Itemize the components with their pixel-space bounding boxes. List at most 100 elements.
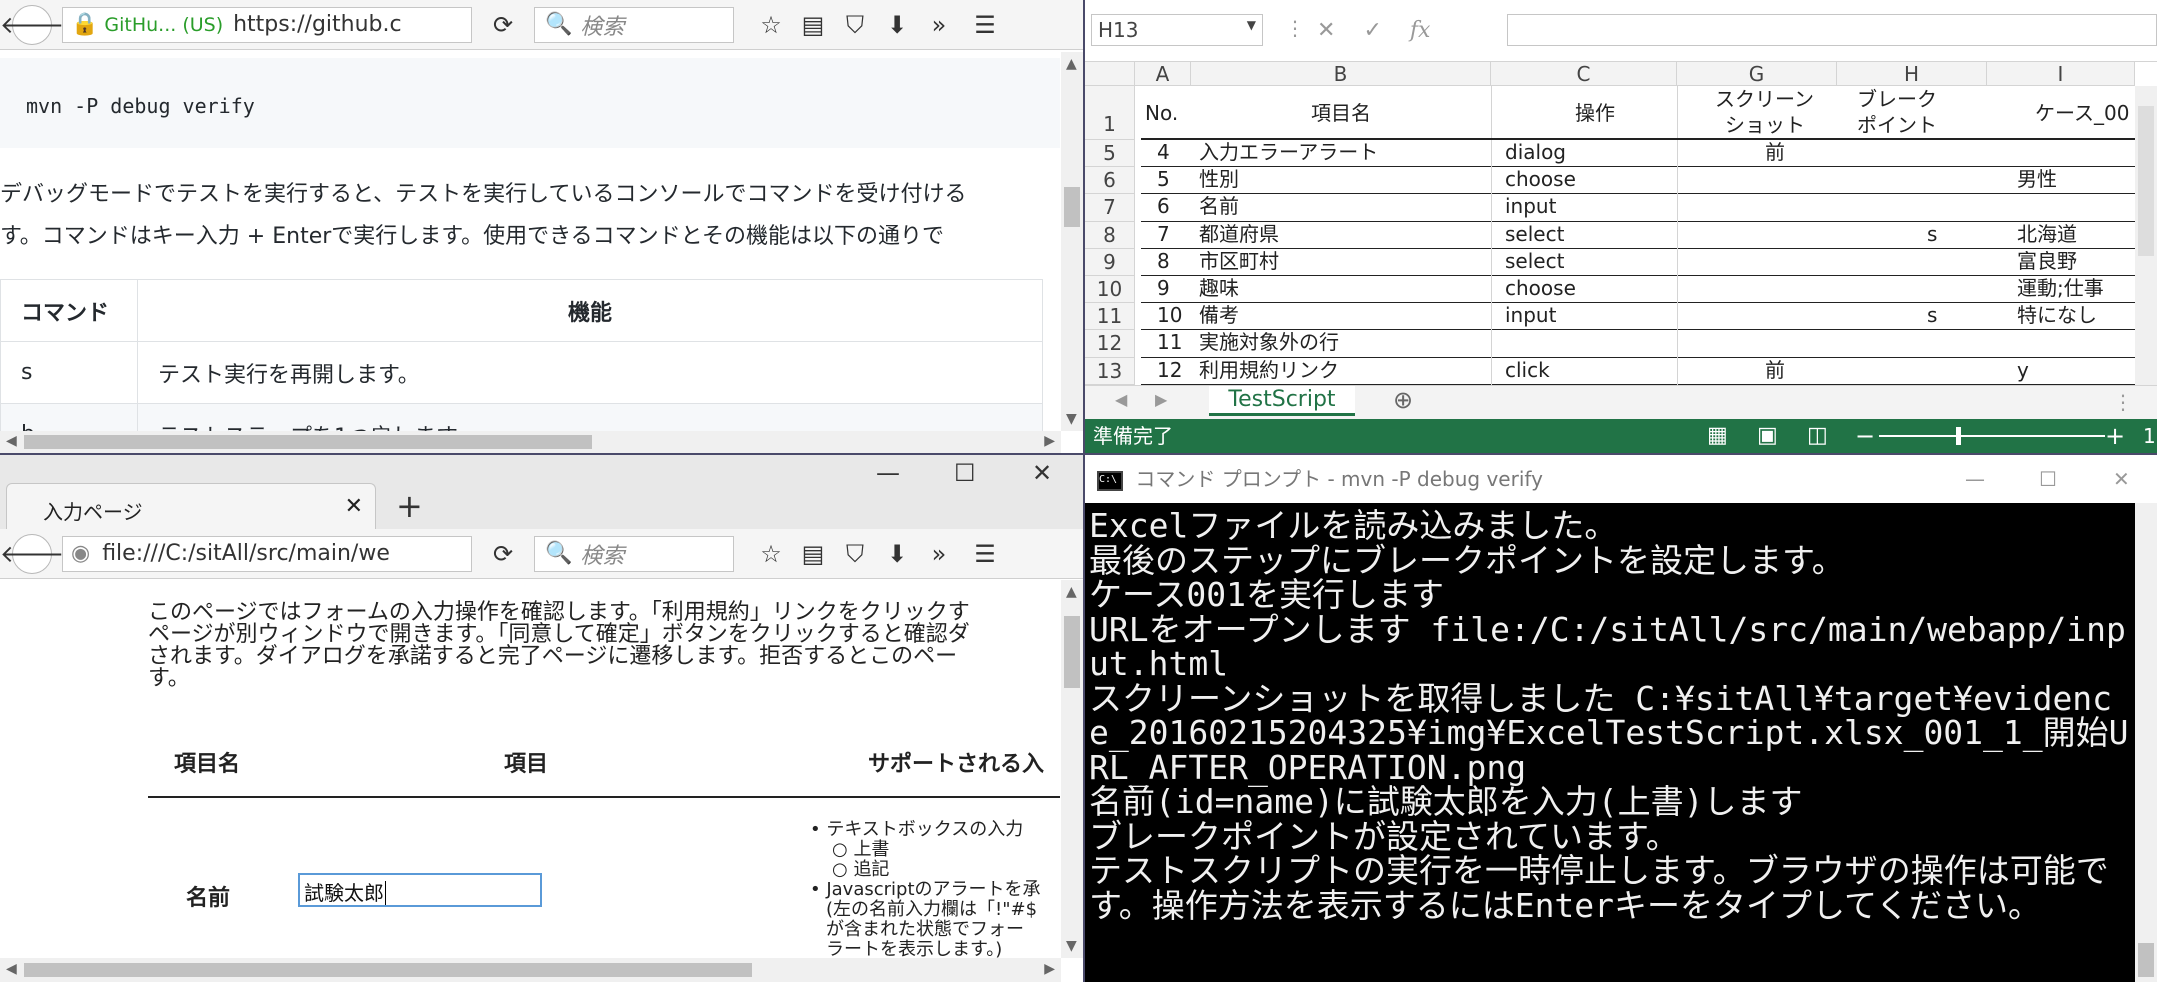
back-button[interactable]: 🡐 (0, 533, 64, 574)
column-header[interactable]: A (1135, 62, 1191, 86)
row-header[interactable]: 9 (1085, 248, 1135, 276)
menu-icon[interactable]: ☰ (966, 6, 1004, 44)
cell-no[interactable]: 4 (1157, 139, 1170, 166)
insert-function-button[interactable]: fx (1410, 18, 1431, 43)
zoom-slider[interactable] (1879, 435, 2105, 437)
close-window-icon[interactable]: ✕ (2113, 455, 2130, 503)
cell-breakpoint[interactable]: s (1927, 302, 1937, 329)
cell-screenshot[interactable]: 前 (1765, 357, 1785, 384)
row-header[interactable]: 8 (1085, 221, 1135, 249)
row-header[interactable]: 10 (1085, 276, 1135, 304)
column-header[interactable]: B (1191, 62, 1491, 86)
header-op[interactable]: 操作 (1575, 100, 1615, 127)
cell-case[interactable]: 運動;仕事 (2017, 275, 2135, 302)
zoom-in-icon[interactable]: + (2105, 419, 2125, 453)
overflow-chevron-icon[interactable]: » (920, 6, 958, 44)
bookmark-star-icon[interactable]: ☆ (752, 535, 790, 573)
cell-op[interactable]: select (1505, 221, 1675, 248)
cell-name[interactable]: 実施対象外の行 (1199, 329, 1491, 356)
minimize-icon[interactable]: — (876, 459, 900, 487)
back-button[interactable]: 🡐 (0, 4, 64, 45)
overflow-chevron-icon[interactable]: » (920, 535, 958, 573)
page-break-icon[interactable]: ◫ (1807, 419, 1828, 453)
pocket-icon[interactable]: ⛉ (836, 6, 874, 44)
console-output[interactable]: Excelファイルを読み込みました。 最後のステップにブレークポイントを設定します… (1085, 503, 2135, 982)
cell-name[interactable]: 都道府県 (1199, 221, 1491, 248)
cell-case[interactable]: y (2017, 357, 2135, 384)
cell-no[interactable]: 7 (1157, 221, 1170, 248)
cell-op[interactable]: choose (1505, 166, 1675, 193)
cell-breakpoint[interactable]: s (1927, 221, 1937, 248)
vertical-scrollbar[interactable]: ▲ ▼ (1061, 52, 1083, 431)
close-tab-icon[interactable]: ✕ (345, 494, 363, 519)
sheet-tab-testscript[interactable]: TestScript (1209, 386, 1355, 416)
header-case[interactable]: ケース_00 (2035, 100, 2135, 127)
tab-input-page[interactable]: 入力ページ ✕ (6, 483, 376, 531)
row-header[interactable]: 11 (1085, 303, 1135, 331)
close-window-icon[interactable]: ✕ (1032, 459, 1052, 487)
cell-op[interactable]: select (1505, 248, 1675, 275)
row-header[interactable]: 13 (1085, 357, 1135, 385)
cancel-icon[interactable]: ✕ (1317, 18, 1335, 43)
cell-no[interactable]: 6 (1157, 193, 1170, 220)
cell-op[interactable]: input (1505, 193, 1675, 220)
cell-no[interactable]: 10 (1157, 302, 1182, 329)
column-header[interactable]: I (1987, 62, 2135, 86)
cell-name[interactable]: 市区町村 (1199, 248, 1491, 275)
menu-icon[interactable]: ☰ (966, 535, 1004, 573)
row-header[interactable]: 7 (1085, 194, 1135, 222)
row-header[interactable]: 12 (1085, 330, 1135, 358)
vertical-scrollbar[interactable] (2135, 86, 2157, 385)
header-no[interactable]: No. (1145, 100, 1178, 127)
search-input[interactable]: 🔍 検索 (534, 6, 734, 43)
zoom-level[interactable]: 100% (2143, 419, 2157, 453)
reload-icon[interactable]: ⟳ (484, 6, 522, 44)
enter-check-icon[interactable]: ✓ (1363, 18, 1381, 43)
cell-name[interactable]: 趣味 (1199, 275, 1491, 302)
cell-case[interactable]: 男性 (2017, 166, 2135, 193)
row-header[interactable]: 6 (1085, 167, 1135, 195)
scroll-thumb[interactable] (24, 435, 592, 449)
header-bp-line1[interactable]: ブレーク (1857, 86, 1937, 113)
cell-no[interactable]: 12 (1157, 357, 1182, 384)
name-input[interactable]: 試験太郎 (298, 873, 542, 907)
cell-name[interactable]: 性別 (1199, 166, 1491, 193)
minimize-icon[interactable]: — (1965, 455, 1985, 503)
formula-input[interactable] (1507, 14, 2157, 46)
new-tab-icon[interactable]: + (396, 487, 423, 525)
cell-op[interactable]: click (1505, 357, 1675, 384)
header-ss-line2[interactable]: ショット (1725, 112, 1805, 139)
cell-no[interactable]: 8 (1157, 248, 1170, 275)
scroll-thumb[interactable] (1064, 187, 1080, 227)
name-box[interactable]: H13 ▼ (1091, 14, 1263, 46)
cell-name[interactable]: 利用規約リンク (1199, 357, 1491, 384)
column-header[interactable]: C (1491, 62, 1677, 86)
vertical-scrollbar[interactable] (2135, 503, 2157, 982)
header-bp-line2[interactable]: ポイント (1857, 112, 1937, 139)
maximize-icon[interactable]: ☐ (2039, 455, 2057, 503)
header-name[interactable]: 項目名 (1311, 100, 1371, 127)
row-header[interactable]: 5 (1085, 140, 1135, 168)
scroll-thumb[interactable] (2138, 106, 2154, 256)
search-input[interactable]: 🔍 検索 (534, 535, 734, 572)
header-ss-line1[interactable]: スクリーン (1715, 86, 1814, 113)
scroll-thumb[interactable] (1064, 616, 1080, 688)
row-header[interactable]: 1 (1085, 86, 1135, 140)
reading-list-icon[interactable]: ▤ (794, 6, 832, 44)
cell-no[interactable]: 5 (1157, 166, 1170, 193)
select-all-corner[interactable] (1085, 62, 1135, 86)
reading-list-icon[interactable]: ▤ (794, 535, 832, 573)
cell-name[interactable]: 備考 (1199, 302, 1491, 329)
download-icon[interactable]: ⬇ (878, 535, 916, 573)
sheet-prev-icon[interactable]: ◀ (1115, 390, 1127, 409)
cell-name[interactable]: 入力エラーアラート (1199, 139, 1491, 166)
cell-op[interactable]: dialog (1505, 139, 1675, 166)
address-bar[interactable]: 🔒 GitHu... (US) https://github.c (62, 6, 472, 43)
cell-op[interactable]: choose (1505, 275, 1675, 302)
reload-icon[interactable]: ⟳ (484, 535, 522, 573)
pocket-icon[interactable]: ⛉ (836, 535, 874, 573)
cell-op[interactable]: input (1505, 302, 1675, 329)
cell-case[interactable]: 北海道 (2017, 221, 2135, 248)
maximize-icon[interactable]: ☐ (954, 459, 976, 487)
zoom-slider-thumb[interactable] (1956, 427, 1961, 445)
